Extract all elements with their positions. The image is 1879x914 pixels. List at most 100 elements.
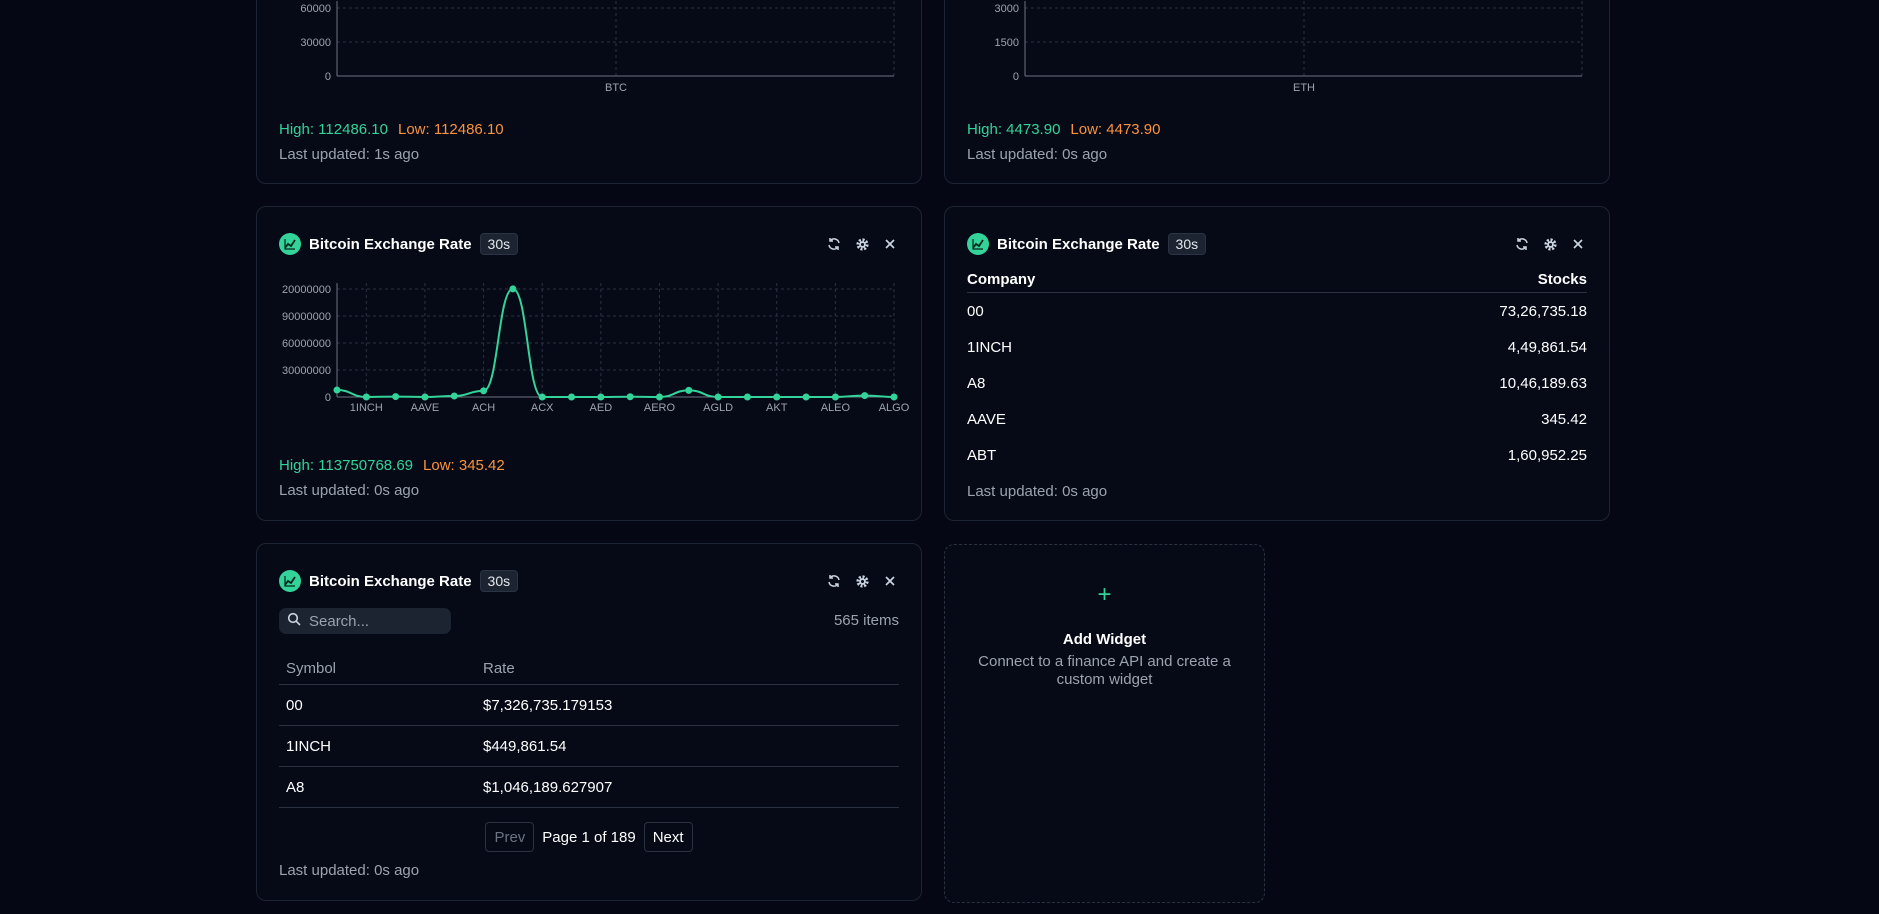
last-updated: Last updated: 0s ago	[279, 862, 420, 879]
y-tick: 30000	[300, 37, 331, 49]
symbol-cell: 00	[286, 696, 303, 714]
data-point	[861, 392, 869, 400]
symbol-cell: 1INCH	[286, 737, 332, 755]
symbol-cell: A8	[286, 778, 305, 796]
x-tick-label: ACH	[472, 402, 495, 414]
stocks-cell: 73,26,735.18	[1499, 302, 1587, 320]
table-header: Company Stocks	[967, 271, 1587, 293]
interval-badge: 30s	[479, 570, 519, 592]
refresh-icon[interactable]	[825, 572, 843, 590]
y-tick-label: 0	[325, 392, 331, 404]
low-value: Low: 112486.10	[397, 121, 504, 138]
rates-list-widget: Bitcoin Exchange Rate 30s 565 items Symb…	[256, 543, 922, 901]
table-row: 00 $7,326,735.179153	[279, 685, 899, 726]
data-point	[421, 393, 429, 401]
gear-icon[interactable]	[1541, 235, 1559, 253]
close-icon[interactable]	[881, 235, 899, 253]
search-box[interactable]	[279, 608, 451, 634]
search-input[interactable]	[307, 611, 441, 631]
x-tick: ETH	[1293, 82, 1315, 91]
data-point	[362, 393, 370, 401]
x-tick-label: AGLD	[703, 402, 733, 414]
close-icon[interactable]	[881, 572, 899, 590]
y-tick-label: 30000000	[282, 365, 331, 377]
x-tick-label: AERO	[644, 402, 676, 414]
data-point	[597, 393, 605, 401]
y-tick: 3000	[995, 3, 1019, 15]
last-updated: Last updated: 0s ago	[967, 146, 1108, 163]
chart-trend-icon	[279, 570, 301, 592]
line-chart-widget: Bitcoin Exchange Rate 30s 20000000 900000…	[256, 206, 922, 521]
table-row: A8 $1,046,189.627907	[279, 767, 899, 808]
rate-cell: $7,326,735.179153	[483, 696, 613, 714]
high-value: High: 113750768.69	[279, 457, 414, 474]
stocks-table: Company Stocks 00 73,26,735.18 1INCH 4,49,…	[967, 271, 1587, 473]
table-row: AAVE 345.42	[967, 401, 1587, 437]
data-point	[890, 393, 898, 401]
prev-button[interactable]: Prev	[485, 822, 535, 852]
gear-icon[interactable]	[853, 235, 871, 253]
exchange-rate-line-chart: 20000000 90000000 60000000 30000000 0 1INCH AA…	[282, 283, 910, 414]
table-row: A8 10,46,189.63	[967, 365, 1587, 401]
high-low: High: 113750768.69 Low: 345.42	[279, 457, 505, 474]
table-row: 1INCH $449,861.54	[279, 726, 899, 767]
stocks-cell: 4,49,861.54	[1507, 338, 1587, 356]
btc-widget-card: 60000 30000 0 BTC High: 112486.10 Low: 11…	[256, 0, 922, 184]
btc-bar-chart: 60000 30000 0 BTC	[300, 1, 895, 91]
y-tick-label: 20000000	[282, 284, 331, 296]
stocks-cell: 1,60,952.25	[1507, 446, 1587, 464]
widget-title: Bitcoin Exchange Rate	[309, 235, 472, 253]
last-updated: Last updated: 1s ago	[279, 146, 420, 163]
interval-badge: 30s	[1167, 233, 1207, 255]
x-tick-label: ACX	[531, 402, 554, 414]
gear-icon[interactable]	[853, 572, 871, 590]
data-point	[655, 393, 663, 401]
eth-widget-card: 3000 1500 0 ETH High: 4473.90 Low: 4473.9…	[944, 0, 1610, 184]
last-updated: Last updated: 0s ago	[279, 482, 420, 499]
company-cell: 00	[967, 302, 984, 320]
data-point	[480, 387, 488, 395]
close-icon[interactable]	[1569, 235, 1587, 253]
col-symbol: Symbol	[286, 659, 337, 677]
y-tick: 0	[325, 71, 331, 83]
refresh-icon[interactable]	[1513, 235, 1531, 253]
plus-icon[interactable]: +	[945, 581, 1264, 609]
data-point	[831, 393, 839, 401]
y-tick-label: 60000000	[282, 338, 331, 350]
company-cell: A8	[967, 374, 986, 392]
search-icon	[287, 612, 301, 631]
interval-badge: 30s	[479, 233, 519, 255]
add-widget-card[interactable]: + Add Widget Connect to a finance API an…	[944, 544, 1265, 903]
data-point	[568, 393, 576, 401]
data-point	[743, 393, 751, 401]
data-point	[685, 386, 693, 394]
table-row: 00 73,26,735.18	[967, 293, 1587, 329]
table-row: 1INCH 4,49,861.54	[967, 329, 1587, 365]
x-tick-label: AKT	[766, 402, 788, 414]
high-value: High: 112486.10	[279, 121, 388, 138]
y-tick-label: 90000000	[282, 311, 331, 323]
data-point	[392, 393, 400, 401]
company-cell: ABT	[967, 446, 997, 464]
x-tick-label: ALGO	[879, 402, 910, 414]
stocks-cell: 10,46,189.63	[1499, 374, 1587, 392]
chart-trend-icon	[967, 233, 989, 255]
rate-cell: $1,046,189.627907	[483, 778, 613, 796]
rates-table: Symbol Rate 00 $7,326,735.179153 1INCH $…	[279, 652, 899, 808]
refresh-icon[interactable]	[825, 235, 843, 253]
data-point	[714, 393, 722, 401]
rate-cell: $449,861.54	[483, 737, 567, 755]
x-tick-label: 1INCH	[350, 402, 383, 414]
last-updated: Last updated: 0s ago	[967, 483, 1108, 500]
widget-header: Bitcoin Exchange Rate 30s	[279, 568, 899, 594]
stocks-cell: 345.42	[1541, 410, 1587, 428]
data-point	[626, 393, 634, 401]
data-point	[450, 392, 458, 400]
widget-title: Bitcoin Exchange Rate	[309, 572, 472, 590]
x-tick-label: AED	[590, 402, 613, 414]
widget-header: Bitcoin Exchange Rate 30s	[967, 231, 1587, 257]
high-value: High: 4473.90	[967, 121, 1061, 138]
company-cell: 1INCH	[967, 338, 1013, 356]
data-point	[509, 285, 517, 293]
next-button[interactable]: Next	[643, 822, 693, 852]
